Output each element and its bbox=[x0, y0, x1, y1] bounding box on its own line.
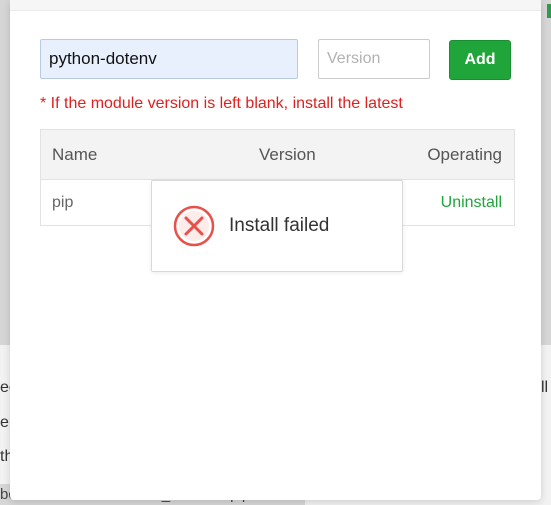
column-header-name: Name bbox=[52, 145, 98, 164]
toast-message: Install failed bbox=[229, 215, 330, 236]
table-header: Name Version Operating bbox=[41, 130, 514, 180]
background-accent bbox=[547, 4, 551, 18]
module-name-input[interactable] bbox=[40, 39, 298, 79]
background-text-fragment: ll bbox=[541, 379, 549, 396]
version-hint: * If the module version is left blank, i… bbox=[40, 95, 403, 112]
version-input[interactable] bbox=[318, 39, 430, 79]
add-button[interactable]: Add bbox=[449, 40, 511, 80]
column-header-version: Version bbox=[259, 145, 316, 164]
install-module-dialog: Add * If the module version is left blan… bbox=[10, 0, 541, 500]
module-name-cell: pip bbox=[52, 194, 74, 211]
error-x-circle-icon bbox=[173, 205, 215, 247]
dialog-header bbox=[10, 0, 541, 11]
error-toast: Install failed bbox=[151, 180, 403, 272]
uninstall-link[interactable]: Uninstall bbox=[441, 180, 502, 225]
column-header-operating: Operating bbox=[427, 145, 502, 164]
